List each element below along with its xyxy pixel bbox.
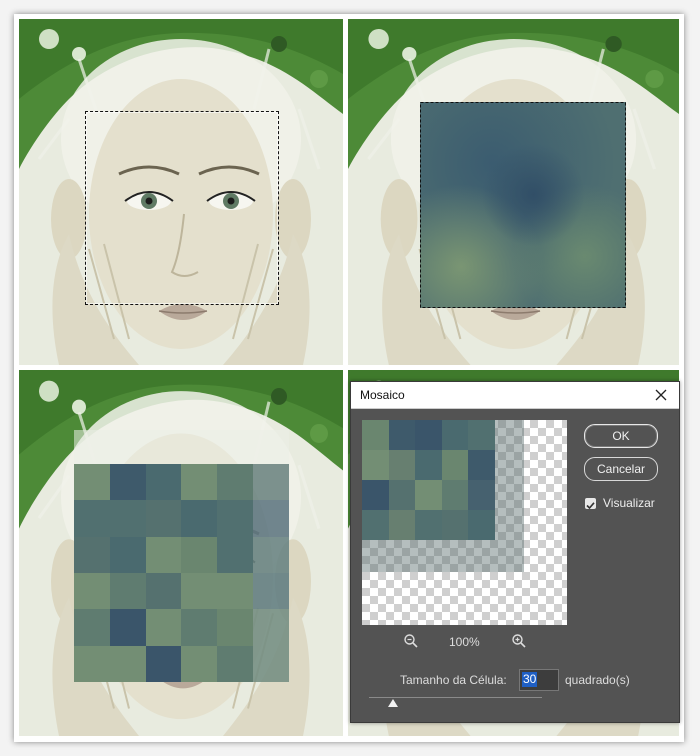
preview-tile: [468, 480, 495, 510]
ok-button[interactable]: OK: [584, 424, 658, 448]
preview-tile: [468, 450, 495, 480]
mosaic-tile: [109, 572, 146, 610]
cell-size-input[interactable]: 30: [519, 669, 559, 691]
preview-tile: [388, 480, 416, 510]
zoom-out-icon[interactable]: [403, 633, 419, 649]
panel-mosaic: [19, 370, 343, 736]
preview-tile: [362, 450, 389, 480]
mosaic-tile: [253, 645, 289, 682]
mosaic-tile: [109, 500, 146, 537]
cancel-button[interactable]: Cancelar: [584, 457, 658, 481]
mosaic-tile: [181, 645, 218, 682]
preview-tile: [415, 420, 442, 450]
mosaic-tile: [74, 536, 110, 573]
preview-tile: [362, 480, 389, 510]
preview-tile: [441, 510, 469, 540]
mosaic-tile: [109, 645, 146, 682]
preview-tile: [362, 420, 389, 450]
cell-size-unit: quadrado(s): [565, 673, 630, 687]
mosaic-tile: [74, 500, 110, 537]
preview-tile: [468, 510, 495, 540]
mosaic-tile: [74, 609, 110, 646]
mosaic-tile: [145, 645, 182, 682]
clouds-fill: [420, 102, 626, 308]
preview-tile: [388, 510, 416, 540]
preview-tile: [441, 420, 469, 450]
filter-preview[interactable]: [362, 420, 567, 625]
cell-size-slider-thumb[interactable]: [388, 699, 398, 707]
dialog-title: Mosaico: [360, 388, 405, 402]
mosaic-tile: [181, 609, 218, 646]
mosaic-tile: [74, 464, 110, 501]
mosaic-tile: [74, 645, 110, 682]
mosaic-tile: [145, 609, 182, 646]
mosaic-tile: [181, 464, 218, 501]
mosaic-tile: [145, 572, 182, 610]
preview-tile: [441, 450, 469, 480]
mosaic-tile: [109, 609, 146, 646]
mosaic-tile: [253, 536, 289, 573]
cell-size-label: Tamanho da Célula:: [400, 673, 507, 687]
mosaic-tile: [74, 572, 110, 610]
close-icon[interactable]: [651, 385, 671, 405]
mosaic-dialog: Mosaico 100% OK Cancelar Visualizar Tama…: [350, 381, 680, 723]
mosaic-tile: [217, 645, 254, 682]
preview-tile: [415, 480, 442, 510]
mosaic-tile: [253, 609, 289, 646]
preview-tile: [388, 450, 416, 480]
mosaic-tile: [253, 500, 289, 537]
preview-tile: [388, 420, 416, 450]
mosaic-tile: [181, 500, 218, 537]
preview-tile: [415, 510, 442, 540]
preview-mosaic-cells: [362, 420, 495, 540]
mosaic-tile: [217, 572, 254, 610]
mosaic-tile: [181, 572, 218, 610]
mosaic-tile: [217, 609, 254, 646]
zoom-in-icon[interactable]: [511, 633, 527, 649]
marquee-selection[interactable]: [85, 111, 279, 305]
dialog-titlebar[interactable]: Mosaico: [351, 382, 679, 409]
panel-clouds: [348, 19, 679, 365]
mosaic-tile: [109, 536, 146, 573]
cell-size-value: 30: [522, 672, 538, 687]
mosaic-tile: [181, 536, 218, 573]
mosaic-cells: [74, 464, 289, 682]
preview-tile: [441, 480, 469, 510]
panel-selection: [19, 19, 343, 365]
preview-tile: [468, 420, 495, 450]
preview-tile: [415, 450, 442, 480]
mosaic-tile: [217, 500, 254, 537]
preview-tile: [362, 510, 389, 540]
mosaic-tile: [109, 464, 146, 501]
mosaic-tile: [145, 500, 182, 537]
checkmark-icon: [586, 502, 595, 510]
preview-checkbox-label: Visualizar: [603, 496, 655, 510]
mosaic-tile: [145, 536, 182, 573]
mosaic-tile: [253, 464, 289, 501]
mosaic-tile: [145, 464, 182, 501]
preview-checkbox[interactable]: [585, 498, 596, 510]
mosaic-tile: [253, 572, 289, 610]
mosaic-tile: [217, 536, 254, 573]
zoom-level: 100%: [449, 635, 480, 649]
mosaic-tile: [217, 464, 254, 501]
cell-size-slider-track[interactable]: [369, 697, 542, 698]
